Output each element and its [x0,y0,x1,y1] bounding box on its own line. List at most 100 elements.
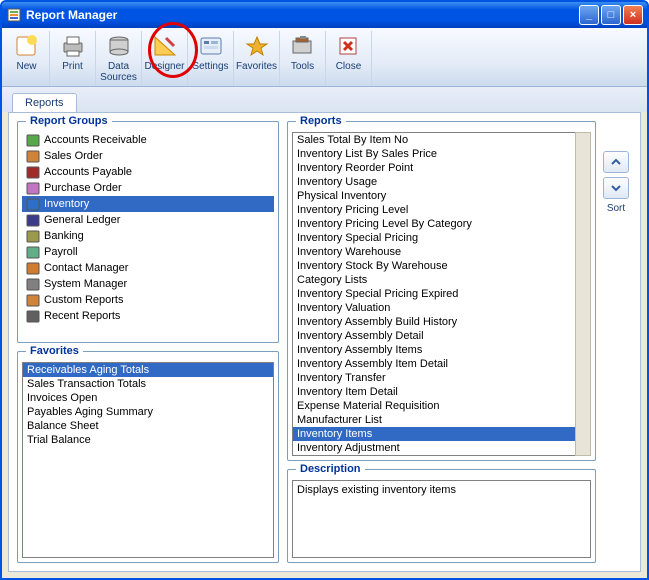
minimize-button[interactable]: _ [579,5,599,25]
main-panel: Report Groups Accounts ReceivableSales O… [8,112,641,572]
report-item-label: Inventory Usage [297,176,377,188]
designer-button[interactable]: Designer [142,31,188,86]
report-item[interactable]: Inventory Special Pricing [293,231,575,245]
report-item[interactable]: Inventory Assembly Item Detail [293,357,575,371]
report-item[interactable]: Inventory Transfer [293,371,575,385]
favorites-list[interactable]: Receivables Aging Totals Sales Transactio… [22,362,274,558]
description-legend: Description [296,463,365,475]
favorite-item-label: Payables Aging Summary [27,406,153,418]
close-icon [333,33,365,59]
group-item[interactable]: Payroll [22,244,274,260]
group-item-label: Banking [44,230,84,242]
report-item[interactable]: Inventory Assembly Build History [293,315,575,329]
report-item[interactable]: Inventory Valuation [293,301,575,315]
report-item-label: Physical Inventory [297,190,386,202]
settings-icon [195,33,227,59]
favorites-icon [241,33,273,59]
database-icon [103,33,135,59]
report-item[interactable]: Inventory Assembly Detail [293,329,575,343]
group-item[interactable]: Banking [22,228,274,244]
favorite-item[interactable]: Payables Aging Summary [23,405,273,419]
group-item[interactable]: Purchase Order [22,180,274,196]
data-sources-button[interactable]: Data Sources [96,31,142,86]
report-item-label: Inventory Items [297,428,372,440]
sort-down-button[interactable] [603,177,629,199]
group-item-label: System Manager [44,278,127,290]
report-item-label: Inventory Warehouse [297,246,401,258]
favorite-item[interactable]: Invoices Open [23,391,273,405]
report-item[interactable]: Manufacturer List [293,413,575,427]
sort-up-button[interactable] [603,151,629,173]
print-icon [57,33,89,59]
favorite-item-label: Receivables Aging Totals [27,364,149,376]
report-item[interactable]: Inventory Items [293,427,575,441]
group-item-label: Accounts Payable [44,166,132,178]
report-item-label: Inventory Valuation [297,302,390,314]
right-stack: Reports Sales Total By Item NoInventory … [287,121,596,563]
group-item-label: Custom Reports [44,294,123,306]
window-title: Report Manager [22,8,577,22]
report-item[interactable]: Inventory Assembly Items [293,343,575,357]
group-item-label: Accounts Receivable [44,134,147,146]
group-item[interactable]: General Ledger [22,212,274,228]
group-item[interactable]: Recent Reports [22,308,274,324]
report-item[interactable]: Category Lists [293,273,575,287]
group-item[interactable]: Accounts Payable [22,164,274,180]
report-item[interactable]: Inventory Warehouse [293,245,575,259]
scrollbar[interactable] [575,132,591,456]
group-item[interactable]: Sales Order [22,148,274,164]
report-item[interactable]: Inventory List By Sales Price [293,147,575,161]
chevron-up-icon [610,157,622,167]
report-item[interactable]: Physical Inventory [293,189,575,203]
left-column: Report Groups Accounts ReceivableSales O… [17,121,279,563]
tools-icon [287,33,319,59]
sort-controls: Sort [600,121,632,563]
app-icon [6,7,22,23]
settings-button[interactable]: Settings [188,31,234,86]
report-item-label: Inventory Pricing Level [297,204,408,216]
report-item[interactable]: Inventory Usage [293,175,575,189]
favorite-item[interactable]: Trial Balance [23,433,273,447]
report-item[interactable]: Inventory Stock By Warehouse [293,259,575,273]
report-item[interactable]: Inventory Special Pricing Expired [293,287,575,301]
group-item-label: Recent Reports [44,310,120,322]
favorites-box: Favorites Receivables Aging TotalsSales … [17,351,279,563]
reports-list[interactable]: Sales Total By Item NoInventory List By … [292,132,575,456]
report-item[interactable]: Inventory Item Detail [293,385,575,399]
report-item-label: Inventory Adjustment [297,442,400,454]
report-item-label: Inventory Special Pricing Expired [297,288,458,300]
group-item-label: Purchase Order [44,182,122,194]
maximize-button[interactable]: □ [601,5,621,25]
favorite-item[interactable]: Balance Sheet [23,419,273,433]
group-item[interactable]: Accounts Receivable [22,132,274,148]
report-item[interactable]: Inventory Pricing Level [293,203,575,217]
report-item[interactable]: Inventory Reorder Point [293,161,575,175]
app-window: Report Manager _ □ × New Print Data Sour… [0,0,649,580]
group-item[interactable]: Inventory [22,196,274,212]
favorite-item[interactable]: Sales Transaction Totals [23,377,273,391]
favorites-button[interactable]: Favorites [234,31,280,86]
favorite-item-label: Invoices Open [27,392,97,404]
report-item-label: Inventory Reorder Point [297,162,413,174]
group-item[interactable]: Custom Reports [22,292,274,308]
group-item[interactable]: System Manager [22,276,274,292]
tab-reports[interactable]: Reports [12,93,77,112]
favorite-item-label: Sales Transaction Totals [27,378,146,390]
report-item[interactable]: Sales Total By Item No [293,133,575,147]
print-button[interactable]: Print [50,31,96,86]
new-button[interactable]: New [4,31,50,86]
tools-button[interactable]: Tools [280,31,326,86]
group-item-label: Contact Manager [44,262,128,274]
reports-legend: Reports [296,115,346,127]
favorite-item[interactable]: Receivables Aging Totals [23,363,273,377]
report-item[interactable]: Expense Material Requisition [293,399,575,413]
group-item[interactable]: Contact Manager [22,260,274,276]
window-close-button[interactable]: × [623,5,643,25]
reports-box: Reports Sales Total By Item NoInventory … [287,121,596,461]
close-button[interactable]: Close [326,31,372,86]
report-item[interactable]: Inventory Pricing Level By Category [293,217,575,231]
report-item[interactable]: Inventory Adjustment [293,441,575,455]
report-item-label: Sales Total By Item No [297,134,408,146]
report-groups-list[interactable]: Accounts Receivable Sales Order Accounts P… [22,132,274,324]
report-item-label: Inventory Transfer [297,372,386,384]
